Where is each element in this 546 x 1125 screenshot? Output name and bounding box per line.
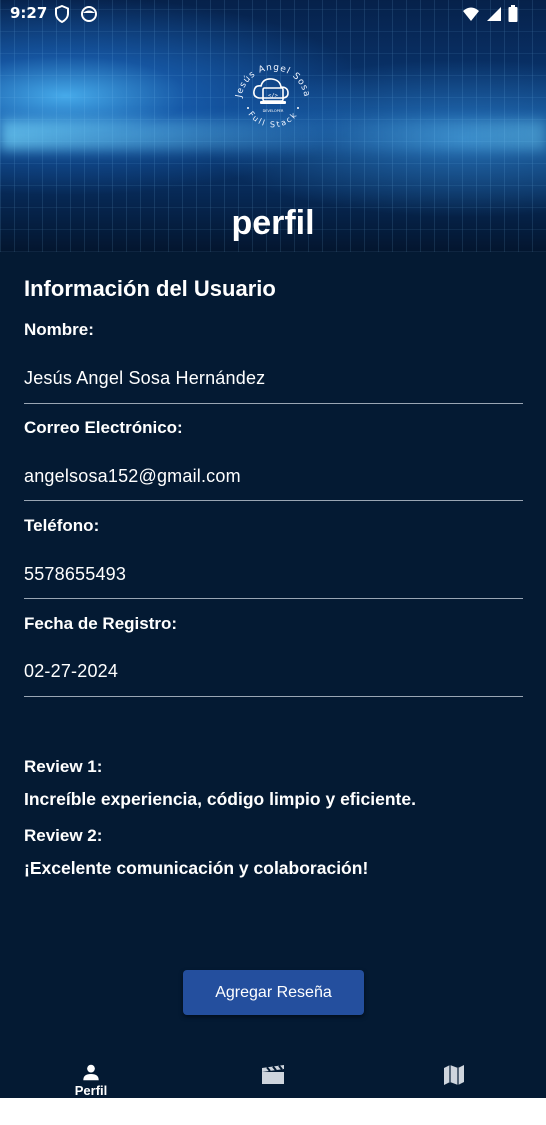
review-text-1: Increíble experiencia, código limpio y e… [24, 789, 416, 809]
wifi-icon [463, 7, 479, 21]
field-label-telefono: Teléfono: [24, 516, 100, 535]
battery-icon [508, 5, 518, 22]
user-info-section: Información del Usuario Nombre: Jesús An… [24, 262, 523, 878]
review-label-1: Review 1: [24, 757, 103, 776]
nav-item-movies[interactable] [233, 1064, 313, 1098]
field-underline [24, 598, 523, 599]
nav-item-perfil[interactable]: Perfil [51, 1064, 131, 1098]
field-value-fecha[interactable]: 02-27-2024 [24, 661, 118, 682]
review-text-2: ¡Excelente comunicación y colaboración! [24, 858, 369, 878]
review-label-2: Review 2: [24, 826, 103, 845]
status-bar: 9:27 [0, 0, 546, 28]
movie-clapper-icon [262, 1065, 284, 1084]
logo-small-text: DEVELOPER [263, 109, 284, 113]
face-icon [81, 6, 97, 22]
page-title: perfil [231, 204, 315, 242]
field-underline [24, 696, 523, 697]
header-banner: Jesús Angel Sosa Full Stack </> DEVELOPE… [0, 0, 546, 252]
field-underline [24, 403, 523, 404]
svg-text:</>: </> [268, 93, 279, 99]
person-icon [83, 1064, 99, 1081]
field-value-correo[interactable]: angelsosa152@gmail.com [24, 466, 241, 487]
field-label-fecha: Fecha de Registro: [24, 614, 178, 633]
shield-icon [55, 5, 69, 23]
status-left-icons [54, 5, 98, 23]
section-title: Información del Usuario [24, 276, 276, 301]
bottom-navigation: Perfil [0, 1050, 546, 1098]
status-right-icons [462, 5, 518, 22]
signal-icon [487, 6, 501, 21]
status-time: 9:27 [10, 4, 48, 22]
field-label-nombre: Nombre: [24, 320, 94, 339]
field-value-telefono[interactable]: 5578655493 [24, 564, 126, 585]
map-icon [444, 1065, 464, 1085]
nav-label-perfil: Perfil [74, 1083, 108, 1098]
field-underline [24, 500, 523, 501]
developer-logo: Jesús Angel Sosa Full Stack </> DEVELOPE… [234, 63, 311, 129]
app-screen: Jesús Angel Sosa Full Stack </> DEVELOPE… [0, 0, 546, 1098]
nav-item-map[interactable] [414, 1064, 494, 1098]
add-review-button[interactable]: Agregar Reseña [183, 970, 364, 1015]
field-value-nombre[interactable]: Jesús Angel Sosa Hernández [24, 368, 265, 389]
field-label-correo: Correo Electrónico: [24, 418, 183, 437]
